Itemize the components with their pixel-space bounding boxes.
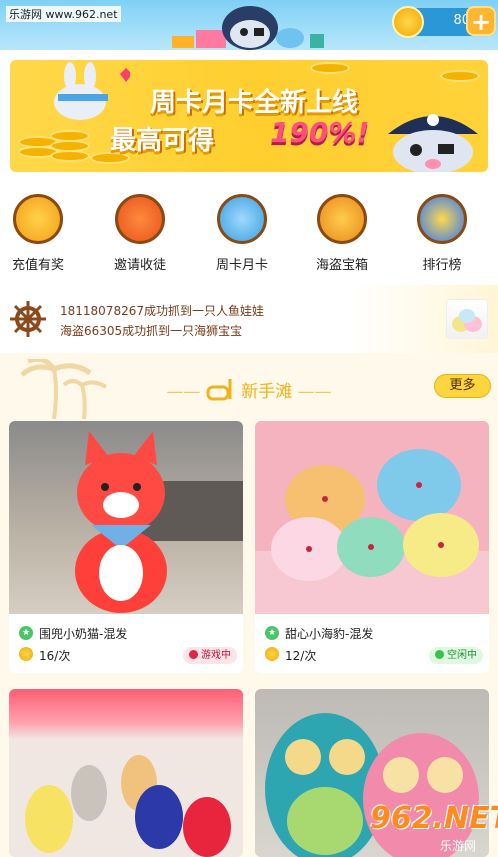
more-button[interactable]: 更多	[434, 374, 491, 398]
snorkel-mask-icon	[206, 379, 232, 401]
stopwatch-coin-icon	[13, 194, 63, 244]
star-badge-icon: ★	[265, 626, 279, 640]
card-coins-icon	[217, 194, 267, 244]
coin-icon	[19, 647, 33, 661]
banner-subtitle: 最高可得	[110, 126, 215, 156]
coin-icon	[392, 6, 424, 38]
site-logo-watermark: 962.NET 乐游网	[370, 801, 498, 853]
plush-rabbit-image	[9, 689, 243, 857]
prize-thumbnail	[446, 299, 488, 339]
pirate-cat-image	[388, 114, 478, 172]
feature-menu: 充值有奖 邀请收徒 周卡月卡 海盗宝箱 排行榜	[0, 194, 498, 276]
banner-title: 周卡月卡全新上线	[150, 88, 359, 118]
menu-label: 海盗宝箱	[315, 258, 368, 273]
status-badge: 游戏中	[183, 647, 237, 664]
add-coins-button[interactable]: +	[466, 6, 496, 36]
menu-label: 周卡月卡	[215, 258, 268, 273]
section-header: —— 新手滩 ——	[0, 377, 498, 403]
ticker-line: 18118078267成功抓到一只人鱼娃娃	[60, 304, 264, 318]
treasure-chest-icon	[317, 194, 367, 244]
menu-pirate-chest[interactable]: 海盗宝箱	[302, 194, 382, 273]
star-badge-icon: ★	[19, 626, 33, 640]
menu-label: 充值有奖	[11, 258, 64, 273]
prize-card[interactable]	[9, 689, 243, 857]
ship-wheel-icon	[10, 301, 46, 337]
beginner-section: —— 新手滩 —— 更多 ★ 围兜小奶猫-混发 16/次 游戏中 ★ 甜心小海豹…	[0, 353, 498, 857]
prize-card[interactable]: ★ 围兜小奶猫-混发 16/次 游戏中	[9, 421, 243, 673]
red-envelope-icon	[115, 194, 165, 244]
coin-balance: 80 +	[392, 6, 496, 38]
menu-leaderboard[interactable]: 排行榜	[402, 194, 482, 273]
promo-banner[interactable]: 周卡月卡全新上线 最高可得 190%!	[10, 60, 488, 172]
menu-invite[interactable]: 邀请收徒	[100, 194, 180, 273]
section-title: 新手滩	[241, 382, 293, 402]
menu-week-month-card[interactable]: 周卡月卡	[202, 194, 282, 273]
site-watermark: 乐游网 www.962.net	[6, 6, 121, 22]
prize-price: 12/次	[285, 649, 317, 663]
status-dot-icon	[189, 650, 198, 659]
banner-highlight: 190%!	[270, 116, 370, 149]
coin-icon	[265, 647, 279, 661]
coin-count: 80	[453, 13, 470, 28]
menu-recharge-reward[interactable]: 充值有奖	[0, 194, 78, 273]
pirate-mascot-image	[172, 6, 324, 50]
prize-name: 甜心小海豹-混发	[285, 627, 374, 641]
menu-label: 排行榜	[422, 258, 462, 273]
bunny-mascot-image	[54, 62, 130, 120]
prize-name: 围兜小奶猫-混发	[39, 627, 128, 641]
skull-badge-icon	[417, 194, 467, 244]
top-header: 乐游网 www.962.net 80 +	[0, 0, 498, 50]
plush-cat-image	[9, 421, 243, 614]
prize-card[interactable]: ★ 甜心小海豹-混发 12/次 空闲中	[255, 421, 489, 673]
status-badge: 空闲中	[429, 647, 483, 664]
plush-seal-image	[255, 421, 489, 614]
prize-price: 16/次	[39, 649, 71, 663]
menu-label: 邀请收徒	[113, 258, 166, 273]
ticker-line: 海盗66305成功抓到一只海狮宝宝	[60, 324, 243, 338]
status-dot-icon	[435, 650, 444, 659]
catch-ticker: 18118078267成功抓到一只人鱼娃娃 海盗66305成功抓到一只海狮宝宝	[0, 285, 498, 353]
